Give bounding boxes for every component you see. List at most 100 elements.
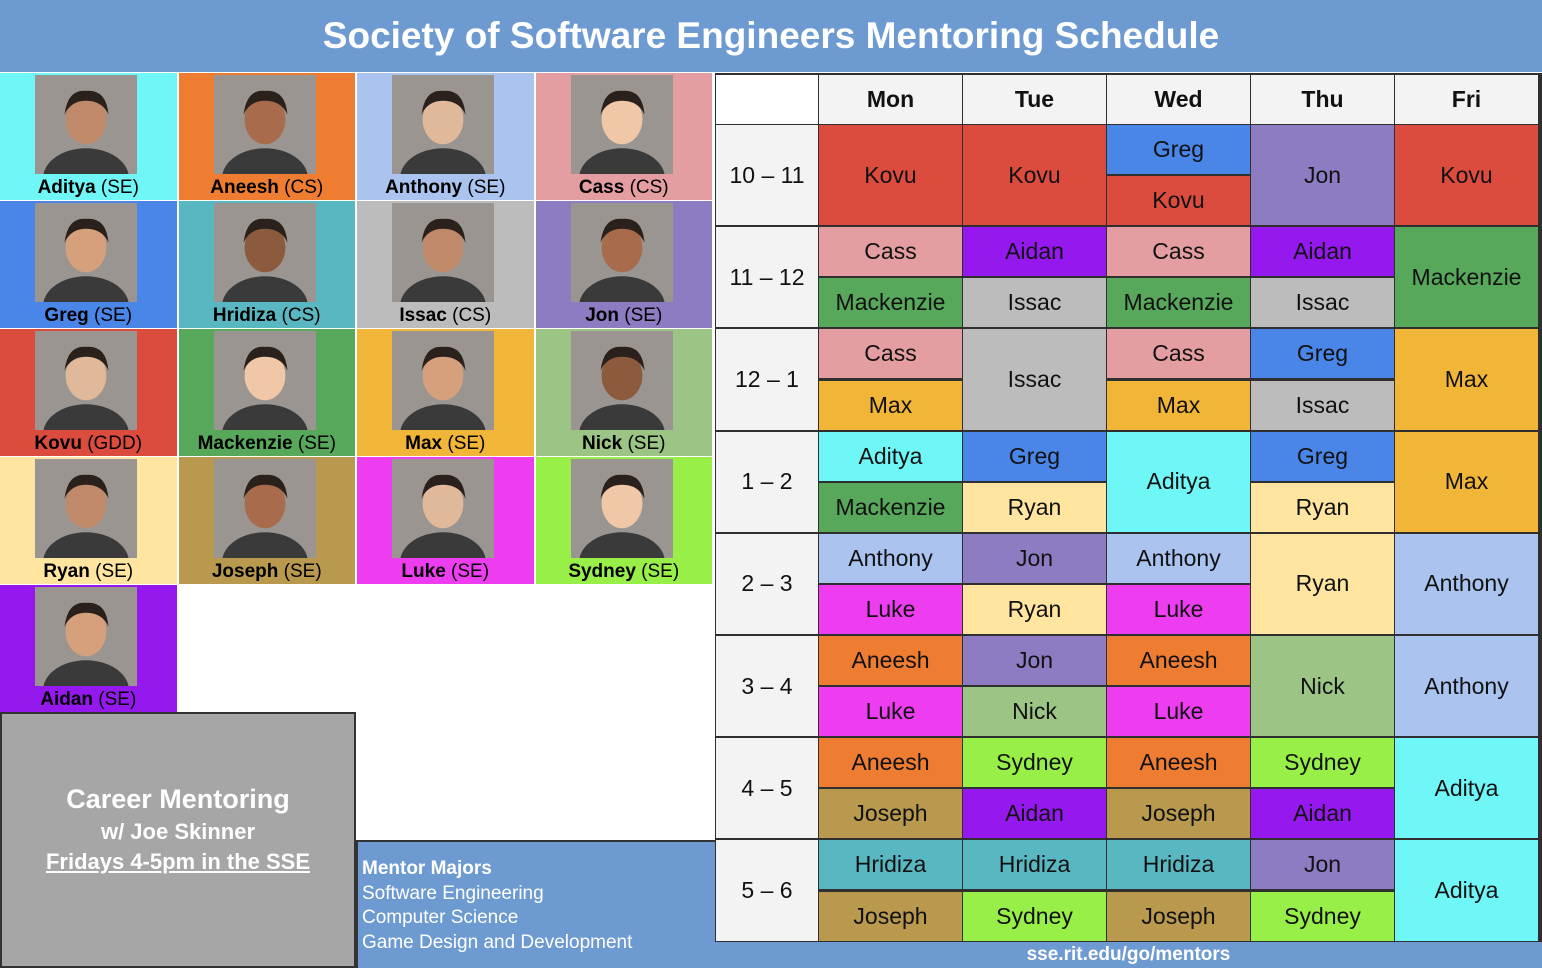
mentor-slot: Joseph [819, 789, 962, 839]
mentor-photo [392, 331, 494, 430]
mentor-slot: Joseph [1107, 789, 1250, 839]
career-time-link[interactable]: Fridays 4-5pm in the SSE [2, 849, 354, 875]
mentor-slot: Aidan [963, 227, 1106, 277]
day-header-mon: Mon [819, 75, 962, 124]
mentor-name: Kovu [34, 433, 82, 454]
mentor-label: Aditya (SE) [0, 176, 177, 200]
mentor-slot: Cass [819, 227, 962, 277]
mentor-slot: Mackenzie [1395, 227, 1538, 328]
mentor-slot: Luke [1107, 687, 1250, 737]
mentor-name: Aditya [37, 177, 96, 198]
career-mentoring-box: Career Mentoring w/ Joe Skinner Fridays … [0, 712, 356, 968]
mentor-label: Kovu (GDD) [0, 432, 177, 456]
mentor-name: Issac [399, 305, 447, 326]
mentor-major: (SE) [89, 561, 134, 582]
mentor-slot: Hridiza [819, 840, 962, 890]
mentor-slot: Cass [1107, 329, 1250, 379]
mentor-photo [213, 331, 316, 430]
mentor-photo [35, 331, 137, 430]
time-slot-label: 10 – 11 [716, 125, 818, 226]
mentor-slot: Greg [1107, 125, 1250, 175]
mentor-major: (SE) [635, 561, 680, 582]
mentor-photo [213, 75, 316, 174]
mentor-card-cass: Cass (CS) [535, 73, 712, 200]
mentor-slot: Ryan [963, 584, 1106, 634]
mentor-slot: Aditya [1395, 738, 1538, 839]
mentor-major: (SE) [88, 305, 133, 326]
mentor-major: (SE) [278, 561, 322, 582]
mentor-slot: Joseph [1107, 891, 1250, 941]
mentor-slot: Aneesh [1107, 738, 1250, 788]
mentor-major: (SE) [462, 177, 506, 198]
mentor-name: Sydney [568, 561, 636, 582]
mentor-card-nick: Nick (SE) [535, 329, 712, 456]
mentor-slot: Hridiza [1107, 840, 1250, 890]
mentor-major: (SE) [93, 689, 137, 710]
mentor-slot: Aditya [1395, 840, 1538, 941]
mentor-slot: Sydney [1251, 738, 1394, 788]
mentor-slot: Cass [1107, 227, 1250, 277]
mentor-major: (SE) [619, 305, 663, 326]
mentor-card-jon: Jon (SE) [535, 201, 713, 328]
mentor-slot: Anthony [819, 533, 962, 583]
mentor-label: Joseph (SE) [179, 560, 356, 584]
mentor-slot: Sydney [963, 738, 1106, 788]
mentor-photo [35, 587, 137, 686]
major-item: Computer Science [362, 907, 519, 928]
footer-link[interactable]: sse.rit.edu/go/mentors [715, 942, 1542, 968]
mentor-slot: Issac [963, 278, 1106, 328]
mentor-name: Mackenzie [197, 433, 293, 454]
time-slot-label: 11 – 12 [716, 227, 818, 328]
mentor-slot: Jon [963, 533, 1106, 583]
mentor-card-anthony: Anthony (SE) [357, 73, 534, 200]
mentor-label: Luke (SE) [357, 560, 534, 584]
mentor-name: Hridiza [212, 305, 277, 326]
mentor-card-mackenzie: Mackenzie (SE) [178, 329, 356, 456]
mentor-major: (SE) [622, 433, 666, 454]
career-title: Career Mentoring [66, 784, 290, 814]
mentor-slot: Sydney [1251, 891, 1394, 941]
mentor-name: Joseph [211, 561, 279, 582]
schedule-table: Mon Tue Wed Thu Fri 10 – 11 Kovu Kovu Greg Kovu Jo… [715, 73, 1542, 968]
mentor-label: Issac (CS) [357, 304, 534, 328]
mentor-major: (SE) [292, 433, 336, 454]
time-slot-label: 1 – 2 [716, 431, 818, 532]
mentor-major: (SE) [442, 433, 486, 454]
mentor-slot: Issac [1251, 278, 1394, 328]
mentor-photo [570, 75, 673, 174]
mentor-slot: Anthony [1395, 636, 1538, 737]
mentor-slot: Kovu [819, 125, 962, 226]
mentor-photo [570, 203, 673, 302]
mentor-slot: Aneesh [819, 636, 962, 686]
mentor-label: Mackenzie (SE) [179, 432, 356, 456]
mentor-label: Aidan (SE) [0, 688, 177, 712]
mentor-slot: Ryan [1251, 482, 1394, 532]
mentor-major: (CS) [276, 305, 321, 326]
mentor-major: (SE) [95, 177, 139, 198]
mentor-slot: Mackenzie [1107, 278, 1250, 328]
mentor-slot: Max [1395, 431, 1538, 532]
mentor-card-sydney: Sydney (SE) [535, 457, 712, 584]
time-slot-label: 12 – 1 [716, 329, 818, 430]
mentor-photo [392, 459, 494, 558]
mentor-slot: Aneesh [1107, 636, 1250, 686]
mentor-slot: Hridiza [963, 840, 1106, 890]
mentor-label: Hridiza (CS) [179, 304, 356, 328]
mentor-label: Jon (SE) [536, 304, 713, 328]
day-header-tue: Tue [963, 75, 1106, 124]
mentor-slot: Kovu [1107, 176, 1250, 226]
mentor-card-kovu: Kovu (GDD) [0, 329, 177, 456]
mentor-name: Aneesh [210, 177, 279, 198]
mentor-photo [392, 75, 494, 174]
mentor-label: Aneesh (CS) [179, 176, 356, 200]
mentor-slot: Joseph [819, 891, 962, 941]
day-header-wed: Wed [1107, 75, 1250, 124]
mentor-name: Jon [585, 305, 619, 326]
schedule-corner [716, 75, 818, 124]
mentor-slot: Aditya [1107, 431, 1250, 532]
career-mentor: w/ Joe Skinner [100, 819, 256, 844]
page-title: Society of Software Engineers Mentoring … [0, 0, 1542, 72]
time-slot-label: 5 – 6 [716, 840, 818, 941]
mentor-slot: Jon [1251, 125, 1394, 226]
mentor-slot: Luke [819, 584, 962, 634]
